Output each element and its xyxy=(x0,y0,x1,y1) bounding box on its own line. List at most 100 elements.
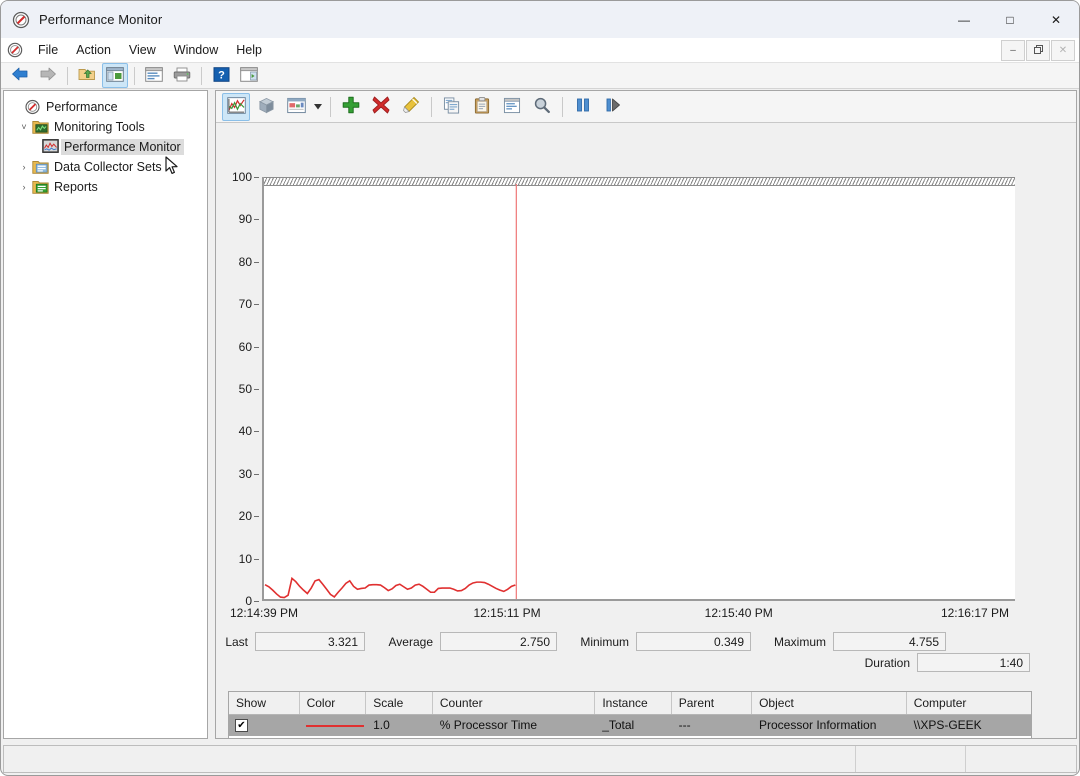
copy-icon xyxy=(443,97,461,117)
menu-item-view[interactable]: View xyxy=(120,40,165,60)
paste-counter-list-button[interactable] xyxy=(468,93,496,121)
show-console-tree-button[interactable] xyxy=(102,63,128,88)
y-axis-tick-mark xyxy=(254,219,259,220)
tree-expander-reports[interactable]: › xyxy=(16,179,32,195)
legend-column-header[interactable]: Parent xyxy=(672,692,752,714)
show-counter-checkbox[interactable]: ✔ xyxy=(235,719,248,732)
help-question-icon: ? xyxy=(213,67,230,85)
menu-item-help[interactable]: Help xyxy=(227,40,271,60)
status-bar-pane-3 xyxy=(966,746,1076,772)
mdi-restore-button[interactable] xyxy=(1026,40,1050,61)
tree-expander-data-collector-sets[interactable]: › xyxy=(16,159,32,175)
minimize-icon: — xyxy=(958,14,970,26)
mdi-restore-icon xyxy=(1034,45,1043,57)
legend-column-header[interactable]: Scale xyxy=(366,692,433,714)
tree-expander[interactable] xyxy=(8,99,24,115)
performance-monitor-icon xyxy=(42,139,59,155)
window-controls: — □ ✕ xyxy=(941,1,1079,38)
show-action-pane-button[interactable] xyxy=(236,63,262,88)
toolbar-separator-2 xyxy=(134,67,135,85)
copy-properties-button[interactable] xyxy=(438,93,466,121)
forward-button[interactable] xyxy=(35,63,61,88)
legend-scale-cell: 1.0 xyxy=(366,715,433,736)
tree-item-performance[interactable]: Performance xyxy=(4,97,207,117)
tree-expander-monitoring-tools[interactable]: ˅ xyxy=(16,119,32,135)
legend-column-header[interactable]: Show xyxy=(229,692,300,714)
mdi-minimize-button[interactable]: – xyxy=(1001,40,1025,61)
y-axis-tick-mark xyxy=(254,389,259,390)
close-icon: ✕ xyxy=(1051,14,1061,26)
highlight-button[interactable] xyxy=(397,93,425,121)
properties-icon xyxy=(145,67,163,85)
freeze-display-button[interactable] xyxy=(569,93,597,121)
status-bar-message xyxy=(4,746,856,772)
histogram-cube-icon xyxy=(257,97,276,117)
view-report-button[interactable] xyxy=(282,93,310,121)
menu-item-window[interactable]: Window xyxy=(165,40,227,60)
change-graph-type-caret[interactable] xyxy=(311,94,325,120)
mdi-close-button[interactable]: ✕ xyxy=(1051,40,1075,61)
y-axis-tick-label: 90 xyxy=(239,212,252,226)
graph-pane: 0102030405060708090100 12:14:39 PM12:15:… xyxy=(215,90,1077,739)
window-title: Performance Monitor xyxy=(39,12,162,27)
pause-icon xyxy=(574,97,592,116)
tree-item-performance-monitor[interactable]: Performance Monitor xyxy=(4,137,207,157)
menu-bar: File Action View Window Help – ✕ xyxy=(1,38,1079,63)
legend-parent-cell: --- xyxy=(672,715,752,736)
legend-column-header[interactable]: Instance xyxy=(595,692,671,714)
add-counter-button[interactable] xyxy=(337,93,365,121)
counter-legend[interactable]: ShowColorScaleCounterInstanceParentObjec… xyxy=(228,691,1032,738)
delete-counter-button[interactable] xyxy=(367,93,395,121)
menu-item-action[interactable]: Action xyxy=(67,40,120,60)
mdi-close-icon: ✕ xyxy=(1059,45,1067,56)
clipboard-paste-icon xyxy=(473,97,491,117)
up-folder-icon xyxy=(78,66,96,85)
plot-area[interactable] xyxy=(262,177,1015,601)
graph-display[interactable]: 0102030405060708090100 12:14:39 PM12:15:… xyxy=(216,123,1076,738)
main-area: Performance ˅ Monitoring Tools xyxy=(3,90,1077,739)
legend-column-header[interactable]: Color xyxy=(300,692,367,714)
legend-column-header[interactable]: Object xyxy=(752,692,907,714)
line-graph-icon xyxy=(227,97,246,117)
zoom-button[interactable] xyxy=(528,93,556,121)
close-button[interactable]: ✕ xyxy=(1033,1,1079,38)
legend-row[interactable]: ✔1.0% Processor Time_Total---Processor I… xyxy=(229,715,1031,736)
perfmon-icon xyxy=(12,11,30,29)
properties-button[interactable] xyxy=(498,93,526,121)
tree-item-reports[interactable]: › Reports xyxy=(4,177,207,197)
properties-button[interactable] xyxy=(141,63,167,88)
pane-splitter[interactable] xyxy=(208,90,215,739)
legend-column-header[interactable]: Computer xyxy=(907,692,1031,714)
average-value: 2.750 xyxy=(440,632,557,651)
tree-item-data-collector-sets[interactable]: › Data Collector Sets xyxy=(4,157,207,177)
tree-item-monitoring-tools[interactable]: ˅ Monitoring Tools xyxy=(4,117,207,137)
update-data-button[interactable] xyxy=(599,93,627,121)
reports-folder-icon xyxy=(32,179,49,195)
maximize-icon: □ xyxy=(1006,14,1013,26)
legend-computer-cell: \\XPS-GEEK xyxy=(907,715,1031,736)
help-button[interactable]: ? xyxy=(208,63,234,88)
legend-body: ✔1.0% Processor Time_Total---Processor I… xyxy=(229,715,1031,736)
title-bar: Performance Monitor — □ ✕ xyxy=(1,1,1079,38)
console-tree-pane: Performance ˅ Monitoring Tools xyxy=(3,90,208,739)
y-axis-tick-label: 40 xyxy=(239,424,252,438)
y-axis-tick-mark xyxy=(254,431,259,432)
view-histogram-button[interactable] xyxy=(252,93,280,121)
up-one-level-button[interactable] xyxy=(74,63,100,88)
legend-column-header[interactable]: Counter xyxy=(433,692,595,714)
maximum-label: Maximum xyxy=(751,635,833,649)
minimize-button[interactable]: — xyxy=(941,1,987,38)
y-axis: 0102030405060708090100 xyxy=(216,177,262,601)
svg-text:?: ? xyxy=(218,69,225,81)
y-axis-tick-label: 100 xyxy=(232,170,252,184)
y-axis-tick-mark xyxy=(254,347,259,348)
print-button[interactable] xyxy=(169,63,195,88)
maximize-button[interactable]: □ xyxy=(987,1,1033,38)
menu-item-file[interactable]: File xyxy=(29,40,67,60)
minimum-label: Minimum xyxy=(557,635,636,649)
console-tree-icon xyxy=(106,67,124,85)
view-graph-button[interactable] xyxy=(222,93,250,121)
back-button[interactable] xyxy=(7,63,33,88)
tree-item-label: Reports xyxy=(54,180,98,194)
counter-line--processor-time xyxy=(265,578,515,597)
